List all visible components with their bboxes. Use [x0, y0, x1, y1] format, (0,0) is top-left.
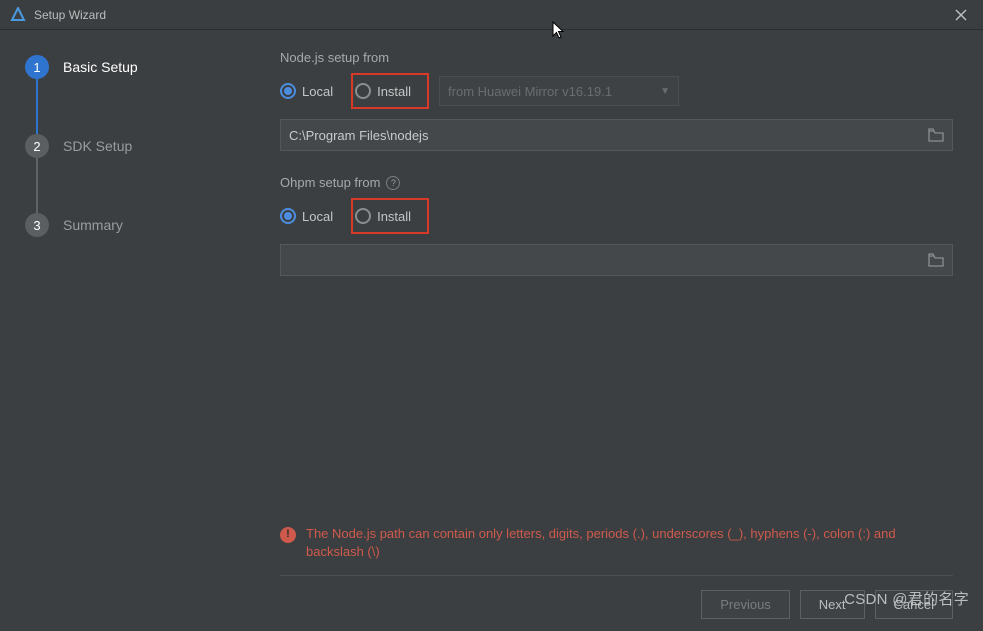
- ohpm-install-highlight: Install: [351, 198, 429, 234]
- ohpm-radio-local[interactable]: Local: [280, 204, 341, 228]
- step-label: SDK Setup: [63, 138, 132, 154]
- radio-circle-icon: [280, 208, 296, 224]
- ohpm-radio-row: Local Install: [280, 198, 953, 234]
- step-label: Summary: [63, 217, 123, 233]
- path-value: C:\Program Files\nodejs: [289, 128, 428, 143]
- wizard-footer: Previous Next Cancel: [280, 575, 953, 619]
- step-number: 1: [25, 55, 49, 79]
- wizard-sidebar: 1 Basic Setup 2 SDK Setup 3 Summary: [0, 30, 260, 631]
- error-icon: !: [280, 527, 296, 543]
- radio-label: Local: [302, 84, 333, 99]
- nodejs-install-highlight: Install: [351, 73, 429, 109]
- step-number: 2: [25, 134, 49, 158]
- chevron-down-icon: ▼: [660, 86, 670, 97]
- cancel-button[interactable]: Cancel: [875, 590, 953, 619]
- error-message-bar: ! The Node.js path can contain only lett…: [280, 507, 953, 561]
- nodejs-radio-install[interactable]: Install: [355, 79, 419, 103]
- radio-label: Install: [377, 84, 411, 99]
- window-title: Setup Wizard: [34, 8, 106, 22]
- step-connector: [36, 79, 38, 134]
- nodejs-path-input[interactable]: C:\Program Files\nodejs: [280, 119, 953, 151]
- app-logo-icon: [10, 7, 26, 23]
- nodejs-mirror-select[interactable]: from Huawei Mirror v16.19.1 ▼: [439, 76, 679, 106]
- step-connector: [36, 158, 38, 213]
- titlebar: Setup Wizard: [0, 0, 983, 30]
- radio-label: Local: [302, 209, 333, 224]
- step-summary[interactable]: 3 Summary: [25, 213, 250, 237]
- help-icon[interactable]: ?: [386, 176, 400, 190]
- next-button[interactable]: Next: [800, 590, 865, 619]
- error-text: The Node.js path can contain only letter…: [306, 525, 953, 561]
- previous-button[interactable]: Previous: [701, 590, 790, 619]
- nodejs-radio-local[interactable]: Local: [280, 79, 341, 103]
- close-button[interactable]: [949, 3, 973, 27]
- folder-browse-icon[interactable]: [928, 128, 944, 142]
- ohpm-section-label: Ohpm setup from: [280, 175, 380, 190]
- ohpm-radio-install[interactable]: Install: [355, 204, 419, 228]
- radio-label: Install: [377, 209, 411, 224]
- radio-circle-icon: [280, 83, 296, 99]
- step-basic-setup[interactable]: 1 Basic Setup: [25, 55, 250, 79]
- step-sdk-setup[interactable]: 2 SDK Setup: [25, 134, 250, 158]
- radio-circle-icon: [355, 83, 371, 99]
- step-number: 3: [25, 213, 49, 237]
- folder-browse-icon[interactable]: [928, 253, 944, 267]
- radio-circle-icon: [355, 208, 371, 224]
- select-value: from Huawei Mirror v16.19.1: [448, 84, 612, 99]
- main-panel: Node.js setup from Local Install from Hu…: [260, 30, 983, 631]
- nodejs-radio-row: Local Install from Huawei Mirror v16.19.…: [280, 73, 953, 109]
- step-label: Basic Setup: [63, 59, 138, 75]
- ohpm-path-input[interactable]: [280, 244, 953, 276]
- nodejs-section-label: Node.js setup from: [280, 50, 953, 65]
- ohpm-section-label-row: Ohpm setup from ?: [280, 175, 953, 190]
